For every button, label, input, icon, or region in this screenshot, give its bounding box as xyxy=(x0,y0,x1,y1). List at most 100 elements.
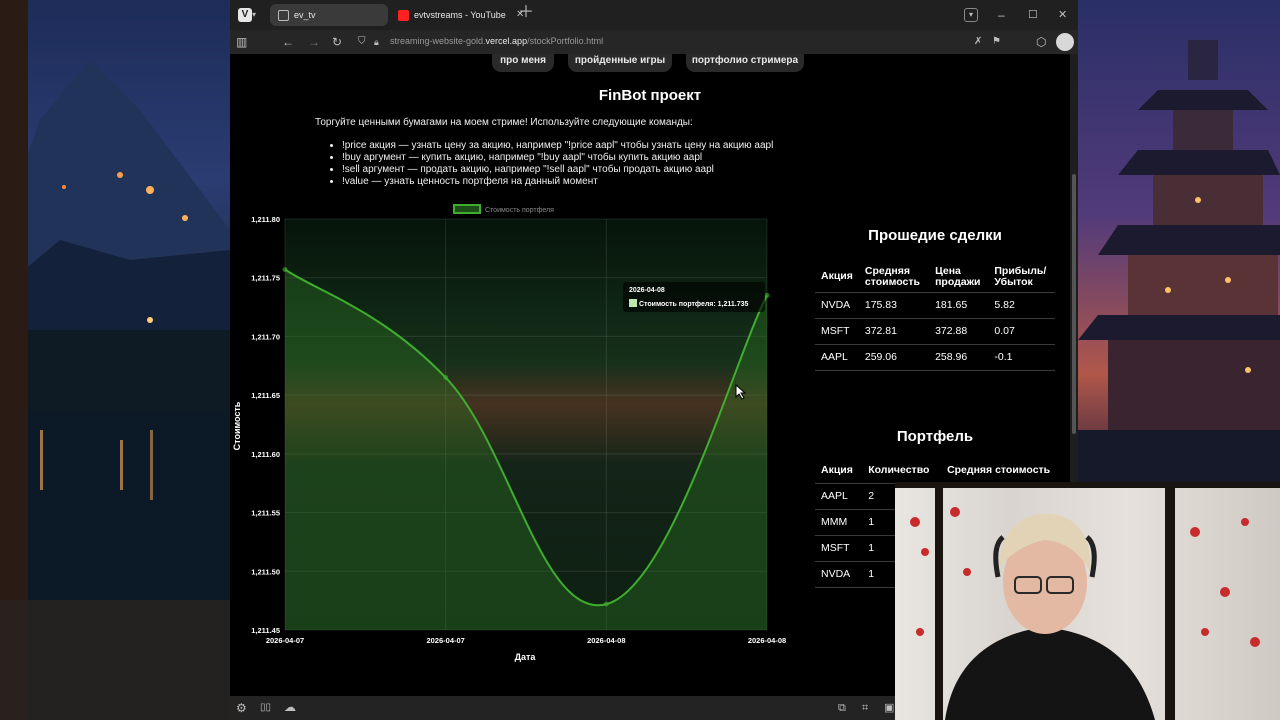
table-cell: 372.88 xyxy=(929,317,989,344)
y-tick-label: 1,211.70 xyxy=(251,332,280,341)
tab-youtube[interactable]: evtvstreams - YouTube xyxy=(390,4,518,26)
table-cell: 258.96 xyxy=(929,343,989,370)
y-tick-label: 1,211.50 xyxy=(251,567,280,576)
portfolio-value-chart: 1,211.80 1,211.75 1,211.70 1,211.65 1,211.60… xyxy=(232,204,786,662)
shield-icon[interactable]: ⛉ xyxy=(358,35,366,49)
minimize-icon[interactable]: – xyxy=(998,8,1005,22)
cloud-sync-icon[interactable]: ☁ xyxy=(284,700,296,714)
page-icon xyxy=(278,9,289,21)
table-cell: NVDA xyxy=(815,291,859,318)
column-header: Количество xyxy=(868,464,930,477)
maximize-icon[interactable]: ☐ xyxy=(1028,8,1038,22)
address-toolbar: ▥ ← → ↻ ⛉ 🔒︎ streaming-website-gold.verc… xyxy=(230,30,1078,54)
table-cell: MSFT xyxy=(815,534,863,561)
panel-toggle-icon[interactable]: ▯▯ xyxy=(260,701,271,715)
wallpaper-scenery xyxy=(0,0,230,720)
youtube-icon xyxy=(398,9,409,21)
lock-icon: 🔒︎ xyxy=(374,37,379,47)
column-header: Акция xyxy=(821,270,853,283)
tab-bar: V ▾ ev_tv evtvstreams - YouTube ✕ ＋ ▾ – … xyxy=(230,0,1078,30)
y-tick-label: 1,211.80 xyxy=(251,215,280,224)
y-axis-ticks: 1,211.80 1,211.75 1,211.70 1,211.65 1,211.60… xyxy=(251,215,280,635)
y-tick-label: 1,211.45 xyxy=(251,626,280,635)
y-tick-label: 1,211.65 xyxy=(251,391,280,400)
address-bar[interactable]: streaming-website-gold.vercel.app/stockP… xyxy=(390,36,603,46)
forward-icon[interactable]: → xyxy=(308,35,320,49)
reload-icon[interactable]: ↻ xyxy=(332,35,342,49)
x-tick-label: 2026-04-08 xyxy=(748,636,786,645)
sidebar-toggle-icon[interactable]: ▥ xyxy=(236,35,247,49)
table-cell: AAPL xyxy=(815,482,863,509)
x-tick-label: 2026-04-08 xyxy=(587,636,625,645)
table-cell: AAPL xyxy=(815,343,859,370)
bookmark-icon[interactable]: ⚑ xyxy=(992,35,1001,49)
chart-legend[interactable]: Стоимость портфеля xyxy=(453,204,554,214)
x-tick-label: 2026-04-07 xyxy=(266,636,304,645)
nav-about-button[interactable]: про меня xyxy=(492,54,554,72)
profile-avatar[interactable] xyxy=(1056,33,1074,51)
chart-tooltip: 2026-04-08 Стоимость портфеля: 1,211.735 xyxy=(623,282,765,312)
table-cell: 372.81 xyxy=(858,317,930,344)
scrollbar-thumb[interactable] xyxy=(1072,174,1076,434)
column-header: Цена продажи xyxy=(935,264,981,288)
desktop-wallpaper-left xyxy=(0,0,230,720)
y-tick-label: 1,211.75 xyxy=(251,274,280,283)
tooltip-text: Стоимость портфеля: 1,211.735 xyxy=(639,301,749,308)
table-cell: MSFT xyxy=(815,317,859,344)
page-title: FinBot проект xyxy=(598,87,702,104)
table-row: AAPL 259.06 258.96 -0.1 xyxy=(815,343,1055,370)
translate-icon[interactable]: ✗ xyxy=(974,35,982,49)
url-path: /stockPortfolio.html xyxy=(527,36,604,46)
table-cell: 181.65 xyxy=(929,291,989,318)
vivaldi-menu-icon[interactable]: V xyxy=(238,8,252,22)
data-point[interactable] xyxy=(282,266,288,272)
tab-list-icon[interactable]: ▾ xyxy=(964,8,978,22)
tab-ev-tv[interactable]: ev_tv xyxy=(270,4,388,26)
y-axis-title: Стоимость xyxy=(232,401,242,450)
command-item: !buy аргумент — купить акцию, например "… xyxy=(342,152,773,164)
table-cell: NVDA xyxy=(815,560,863,587)
trades-title: Прошедие сделки xyxy=(868,227,1002,244)
commands-list: !price акция — узнать цену за акцию, нап… xyxy=(342,140,773,188)
table-cell: 259.06 xyxy=(858,343,930,370)
column-header: Средняя стоимость xyxy=(947,464,1051,477)
column-header: Акция xyxy=(821,464,853,477)
command-item: !value — узнать ценность портфеля на дан… xyxy=(342,176,773,188)
table-row: NVDA 175.83 181.65 5.82 xyxy=(815,291,1055,318)
close-window-icon[interactable]: ✕ xyxy=(1058,8,1067,22)
table-cell: 175.83 xyxy=(858,291,930,318)
data-point[interactable] xyxy=(443,375,449,381)
trades-table: Акция Средняя стоимость Цена продажи При… xyxy=(815,262,1055,371)
data-point[interactable] xyxy=(603,601,609,607)
command-item: !sell аргумент — продать акцию, например… xyxy=(342,164,773,176)
portfolio-title: Портфель xyxy=(896,428,974,445)
capture-icon[interactable]: ⌗ xyxy=(862,701,868,715)
command-item: !price акция — узнать цену за акцию, нап… xyxy=(342,140,773,152)
webcam-overlay xyxy=(895,482,1280,720)
y-tick-label: 1,211.55 xyxy=(251,509,280,518)
url-domain: vercel.app xyxy=(485,36,528,46)
table-header-row: Акция Средняя стоимость Цена продажи При… xyxy=(815,262,1055,292)
new-tab-plus-icon[interactable]: ＋ xyxy=(518,5,534,21)
x-axis-ticks: 2026-04-07 2026-04-07 2026-04-08 2026-04-08 xyxy=(266,636,786,645)
page-tiling-icon[interactable]: ⧉ xyxy=(838,701,846,715)
back-icon[interactable]: ← xyxy=(282,35,294,49)
table-cell: 0.07 xyxy=(988,317,1055,344)
extensions-icon[interactable]: ⬡ xyxy=(1036,35,1046,49)
legend-label: Стоимость портфеля xyxy=(485,207,554,214)
settings-gear-icon[interactable]: ⚙ xyxy=(236,701,247,715)
table-row: MSFT 372.81 372.88 0.07 xyxy=(815,317,1055,344)
table-cell: MMM xyxy=(815,508,863,535)
data-point[interactable] xyxy=(764,292,770,298)
legend-swatch xyxy=(453,204,481,214)
nav-games-button[interactable]: пройденные игры xyxy=(568,54,672,72)
nav-portfolio-button[interactable]: портфолио стримера xyxy=(686,54,804,72)
mouse-cursor-icon xyxy=(735,384,747,400)
webcam-scene xyxy=(895,482,1280,720)
y-tick-label: 1,211.60 xyxy=(251,450,280,459)
chevron-down-icon[interactable]: ▾ xyxy=(252,8,256,22)
tooltip-title: 2026-04-08 xyxy=(629,287,665,294)
table-header-row: Акция Количество Средняя стоимость xyxy=(815,459,1065,483)
page-actions-icon[interactable]: ▣ xyxy=(884,701,894,715)
table-cell: 5.82 xyxy=(988,291,1055,318)
